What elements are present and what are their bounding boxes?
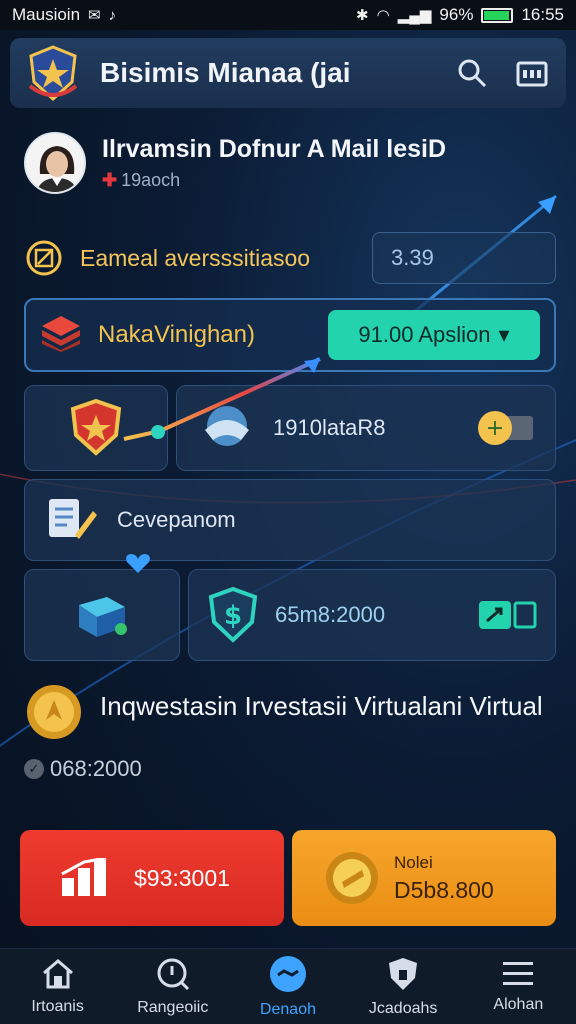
wallet-stack-icon (79, 597, 127, 637)
home-icon (42, 958, 73, 988)
svg-text:$: $ (224, 601, 242, 631)
nav-item-dashboard[interactable]: Denaoh (233, 955, 343, 1019)
app-header: Bisimis Mianaa (jai (10, 38, 566, 108)
bar-chart-icon (61, 858, 107, 896)
investment-section: Inqwestasin Irvestasii Virtualani Virtua… (24, 682, 556, 782)
shield-lock-icon (389, 957, 418, 990)
battery-percent: 96% (439, 5, 474, 24)
battery-icon (481, 7, 514, 23)
svg-text:+: + (486, 416, 504, 441)
option-dropdown[interactable]: 91.00 Apslion ▾ (328, 310, 540, 360)
nav-label-security: Jcadoahs (368, 999, 438, 1017)
chart-action-button[interactable]: $93:3001 (20, 830, 284, 926)
app-logo-icon (24, 44, 82, 102)
nav-label-search: Rangeoiic (137, 998, 209, 1016)
selector-label: NakaVinighan) (98, 321, 255, 348)
dashboard-icon (269, 955, 306, 992)
orange-action-caption: Nolei (394, 852, 433, 872)
gold-medal-icon (27, 685, 81, 739)
nav-item-search[interactable]: Rangeoiic (118, 957, 228, 1017)
status-bar: Mausioin ✉ ♪ ✱ ◠ ▂▄▆ 96% 16:55 (0, 0, 576, 30)
nav-item-menu[interactable]: Alohan (463, 960, 573, 1014)
earnings-value-field[interactable]: 3.39 (372, 232, 556, 284)
heart-icon (126, 554, 150, 573)
avatar (24, 132, 86, 194)
nav-label-dashboard: Denaoh (259, 1000, 316, 1018)
app-title: Bisimis Mianaa (jai (100, 57, 351, 88)
gold-coin-icon (326, 852, 378, 904)
growth-arrow-icon (123, 357, 321, 441)
message-icon: ✉ (88, 7, 101, 24)
earnings-row: Eameal aversssitiasoo 3.39 (24, 232, 556, 284)
wifi-icon: ◠ (376, 7, 390, 24)
cevepanom-label: Cevepanom (117, 507, 236, 532)
plus-icon: ✚ (102, 170, 118, 190)
calendar-button[interactable] (512, 53, 552, 93)
tiktok-icon: ♪ (108, 6, 117, 24)
red-action-value: $93:3001 (134, 864, 230, 891)
check-icon: ✓ (24, 759, 44, 779)
carrier-label: Mausioin (12, 5, 81, 24)
search-icon (458, 59, 487, 88)
document-pen-icon (49, 499, 97, 539)
profile-card[interactable]: Ilrvamsin Dofnur A Mail lesiD ✚ 19aoch (24, 128, 554, 198)
chevron-down-icon: ▾ (498, 322, 510, 347)
nav-item-security[interactable]: Jcadoahs (348, 956, 458, 1018)
dollar-shield-icon: $ (208, 586, 258, 643)
nav-label-menu: Alohan (493, 995, 544, 1013)
search-icon (157, 958, 189, 990)
wallet-tile[interactable] (24, 569, 180, 661)
calendar-icon (516, 61, 548, 87)
nav-label-home: Irtoanis (31, 997, 84, 1015)
investment-title: Inqwestasin Irvestasii Virtualani Virtua… (100, 691, 543, 721)
search-button[interactable] (452, 53, 492, 93)
stack-icon (40, 314, 82, 357)
earnings-label: Eameal aversssitiasoo (80, 244, 311, 271)
dropdown-value: 91.00 Apslion (358, 322, 491, 347)
bottom-navigation: Irtoanis Rangeoiic Denaoh Jcadoahs Aloha… (0, 948, 576, 1024)
profile-name: Ilrvamsin Dofnur A Mail lesiD (102, 135, 447, 163)
shield-badge-icon (70, 399, 122, 456)
orange-action-value: D5b8.800 (394, 876, 494, 903)
action-buttons: $93:3001 Nolei D5b8.800 (20, 830, 556, 926)
coin-action-button[interactable]: Nolei D5b8.800 (292, 830, 556, 926)
balance-tile[interactable]: $ 65m8:2000 (188, 569, 556, 661)
transfer-icon (479, 601, 537, 629)
cevepanom-tile[interactable]: Cevepanom (24, 479, 556, 561)
status-time: 16:55 (521, 5, 564, 24)
nav-item-home[interactable]: Irtoanis (3, 958, 113, 1016)
menu-icon (503, 961, 534, 985)
investment-amount: 068:2000 (50, 756, 142, 781)
add-coin-icon: + (478, 411, 533, 445)
signal-icon: ▂▄▆ (397, 7, 432, 24)
bluetooth-icon: ✱ (356, 7, 369, 24)
feature-grid: 1910lataR8 + Cevepanom $ 65m8:2000 (24, 357, 556, 661)
target-icon (24, 238, 64, 278)
balance-label: 65m8:2000 (275, 602, 386, 627)
profile-subtitle: 19aoch (121, 170, 181, 190)
